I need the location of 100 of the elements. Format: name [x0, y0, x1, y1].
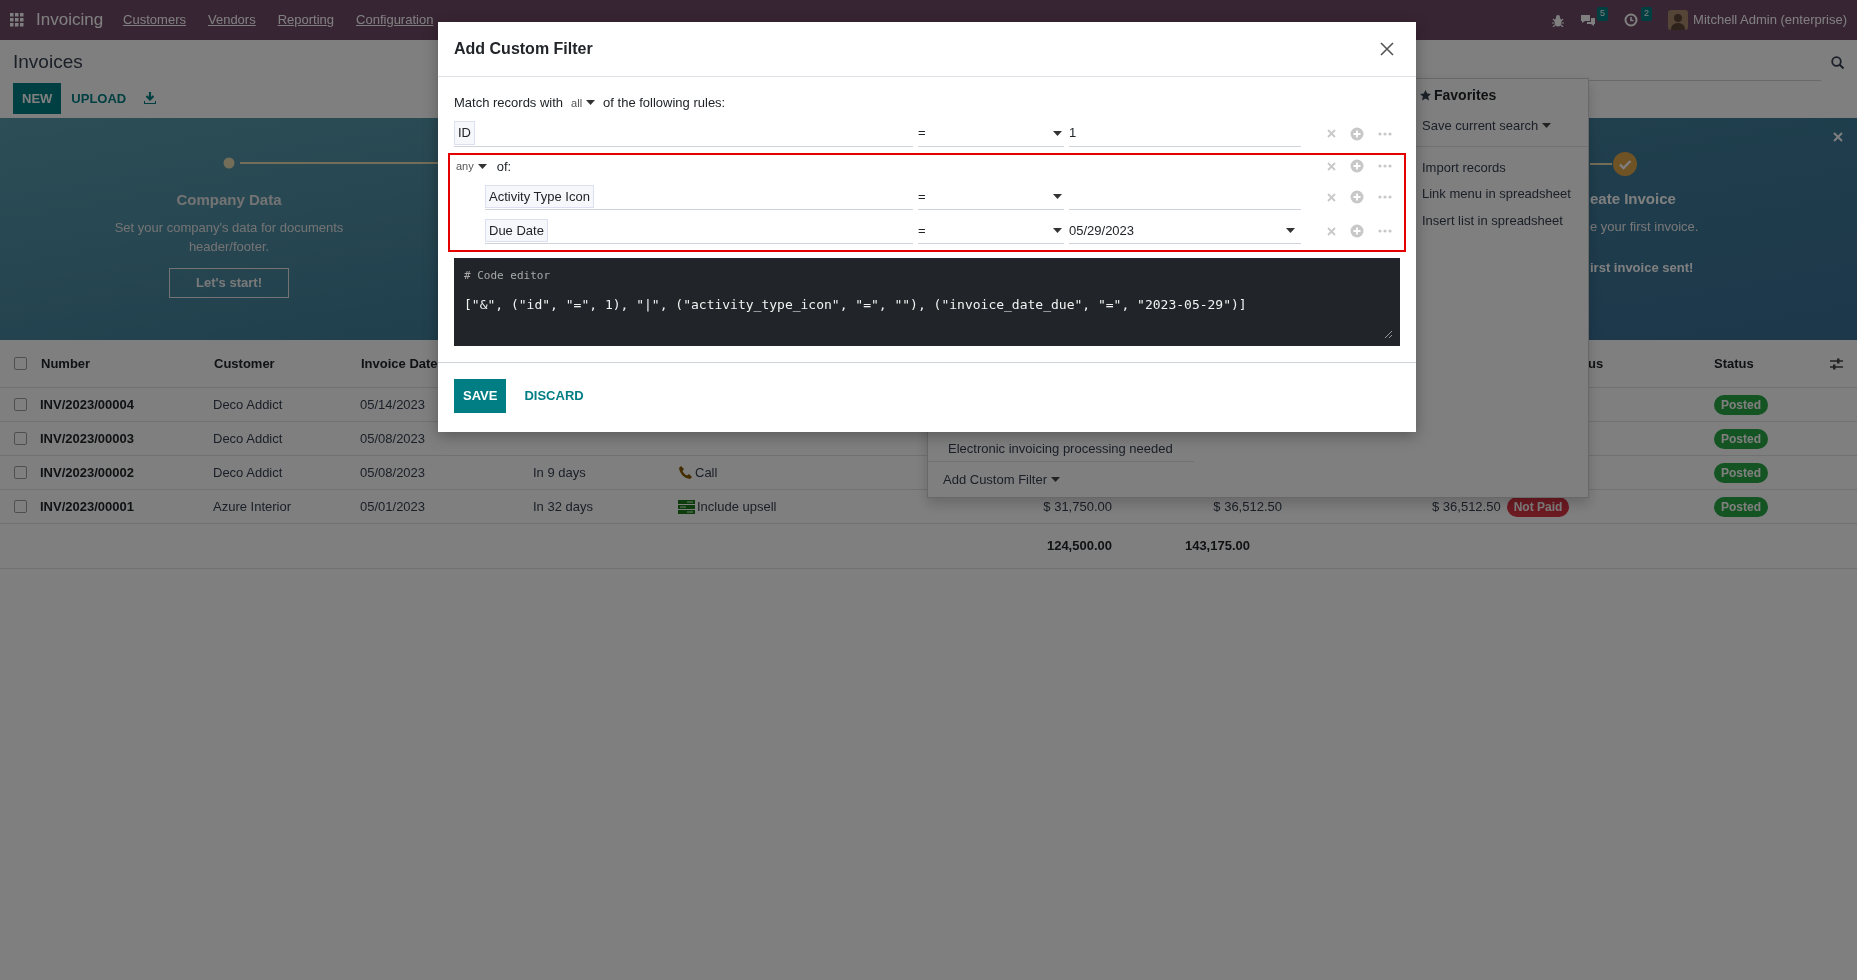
- menu-item[interactable]: Insert list in spreadsheet: [1418, 207, 1588, 234]
- delete-icon[interactable]: [1327, 226, 1336, 236]
- caret-icon: [1051, 476, 1061, 482]
- select-all-checkbox[interactable]: [14, 357, 27, 370]
- user-name[interactable]: Mitchell Admin (enterprise): [1693, 10, 1847, 30]
- caret-icon: [1053, 194, 1062, 199]
- add-icon[interactable]: [1350, 126, 1364, 141]
- column-header[interactable]: us: [1588, 353, 1604, 374]
- activity-count-badge: 2: [1641, 7, 1653, 21]
- more-icon[interactable]: [1378, 229, 1392, 233]
- chat-icon[interactable]: [1580, 13, 1597, 27]
- resize-handle-icon[interactable]: [1385, 331, 1392, 338]
- match-mode-select[interactable]: all: [569, 94, 598, 111]
- status-badge: Posted: [1714, 462, 1768, 483]
- menu-item[interactable]: Reporting: [277, 10, 335, 30]
- star-icon: [1420, 90, 1431, 101]
- download-icon[interactable]: [144, 92, 157, 105]
- value-field[interactable]: 1: [1069, 120, 1301, 147]
- field-select[interactable]: Activity Type Icon: [485, 184, 913, 210]
- bug-icon[interactable]: [1552, 13, 1565, 27]
- row-checkbox[interactable]: [14, 432, 27, 445]
- payment-status-badge: Not Paid: [1506, 496, 1570, 517]
- filter-option[interactable]: Electronic invoicing processing needed: [928, 440, 1194, 461]
- total-cell-text: 143,175.00: [1184, 537, 1250, 556]
- add-icon[interactable]: [1350, 190, 1364, 204]
- delete-icon[interactable]: [1327, 161, 1336, 171]
- table-cell-text: INV/2023/00003: [40, 429, 134, 448]
- app-name[interactable]: Invoicing: [36, 7, 104, 33]
- menu-item[interactable]: Configuration: [356, 10, 434, 30]
- column-header[interactable]: Customer: [214, 353, 275, 374]
- caret-icon: [1053, 130, 1062, 136]
- row-checkbox[interactable]: [14, 500, 27, 513]
- code-comment: # Code editor: [464, 268, 552, 284]
- menu-item[interactable]: Import records: [1418, 154, 1588, 181]
- step-description: Set your company's data for documents header/footer.: [113, 218, 345, 256]
- column-header[interactable]: Invoice Date: [361, 353, 438, 374]
- dialog-title: Add Custom Filter: [454, 39, 593, 59]
- activity-label: Include upsell: [697, 497, 777, 516]
- avatar-icon[interactable]: [1668, 10, 1689, 30]
- stacked-bars-icon: [678, 499, 695, 514]
- new-button[interactable]: NEW: [13, 82, 62, 114]
- progress-line: [1590, 163, 1612, 165]
- table-cell-text: In 32 days: [533, 497, 593, 516]
- operator-select[interactable]: =: [918, 120, 1064, 147]
- close-icon[interactable]: [1380, 42, 1394, 56]
- total-cell-text: 124,500.00: [1046, 537, 1112, 556]
- field-select[interactable]: ID: [454, 120, 913, 147]
- favorites-heading: Favorites: [1434, 86, 1497, 105]
- table-cell-text: Deco Addict: [213, 429, 283, 448]
- step-title: eate Invoice: [1590, 189, 1677, 209]
- search-icon[interactable]: [1831, 56, 1844, 69]
- operator-select[interactable]: =: [918, 184, 1064, 210]
- save-search-button[interactable]: Save current search: [1418, 106, 1556, 146]
- code-text: ["&", ("id", "=", 1), "|", ("activity_type_icon", "=", ""), ("invoice_date_due", "=", "2023-05-29")]: [464, 295, 1248, 314]
- table-cell-text: $ 36,512.50: [1432, 497, 1501, 516]
- phone-icon: [678, 465, 693, 480]
- table-cell-text: $ 31,750.00: [1043, 497, 1112, 516]
- column-header[interactable]: Number: [41, 353, 91, 374]
- caret-icon: [586, 100, 596, 106]
- table-cell-text: INV/2023/00004: [40, 395, 134, 414]
- operator-select[interactable]: =: [918, 218, 1064, 244]
- add-icon[interactable]: [1350, 224, 1364, 238]
- menu-item[interactable]: Customers: [123, 10, 186, 30]
- value-field[interactable]: 05/29/2023: [1069, 218, 1301, 244]
- row-checkbox[interactable]: [14, 398, 27, 411]
- message-count-badge: 5: [1597, 7, 1609, 21]
- row-checkbox[interactable]: [14, 466, 27, 479]
- caret-icon: [1053, 228, 1062, 233]
- table-cell-text: 05/08/2023: [360, 463, 426, 482]
- table-cell-text: Deco Addict: [213, 395, 283, 414]
- table-cell-text: 05/08/2023: [360, 429, 426, 448]
- table-cell-text: 05/01/2023: [360, 497, 426, 516]
- app-menu-icon[interactable]: [10, 13, 24, 27]
- column-header[interactable]: Status: [1714, 353, 1754, 374]
- step-description: e your first invoice.: [1590, 217, 1699, 236]
- add-custom-filter-button[interactable]: Add Custom Filter: [928, 469, 1194, 489]
- match-mode-select[interactable]: any: [454, 158, 489, 175]
- match-label: of the following rules:: [603, 94, 726, 112]
- save-button[interactable]: SAVE: [454, 379, 507, 413]
- caret-icon: [1542, 123, 1552, 129]
- status-badge: Posted: [1714, 496, 1768, 517]
- code-editor[interactable]: # Code editor ["&", ("id", "=", 1), "|", ("activity_type_icon", "=", ""), ("invoice_date_due", "=", "2023-05-29")]: [454, 258, 1400, 346]
- start-button[interactable]: Let's start!: [169, 267, 289, 298]
- more-icon[interactable]: [1378, 131, 1392, 136]
- upload-button[interactable]: UPLOAD: [61, 82, 137, 114]
- menu-item[interactable]: Vendors: [207, 10, 256, 30]
- more-icon[interactable]: [1378, 195, 1392, 199]
- table-cell-text: Azure Interior: [213, 497, 292, 516]
- add-icon[interactable]: [1350, 159, 1364, 174]
- table-cell-text: Deco Addict: [213, 463, 283, 482]
- step-status: irst invoice sent!: [1590, 259, 1695, 277]
- discard-button[interactable]: DISCARD: [514, 379, 594, 413]
- settings-sliders-icon[interactable]: [1830, 357, 1843, 370]
- more-icon[interactable]: [1378, 164, 1392, 169]
- menu-item[interactable]: Link menu in spreadsheet: [1418, 181, 1588, 208]
- field-select[interactable]: Due Date: [485, 218, 913, 244]
- status-badge: Posted: [1714, 394, 1768, 415]
- delete-icon[interactable]: [1327, 129, 1336, 138]
- activity-label: Call: [695, 463, 718, 482]
- delete-icon[interactable]: [1327, 192, 1336, 202]
